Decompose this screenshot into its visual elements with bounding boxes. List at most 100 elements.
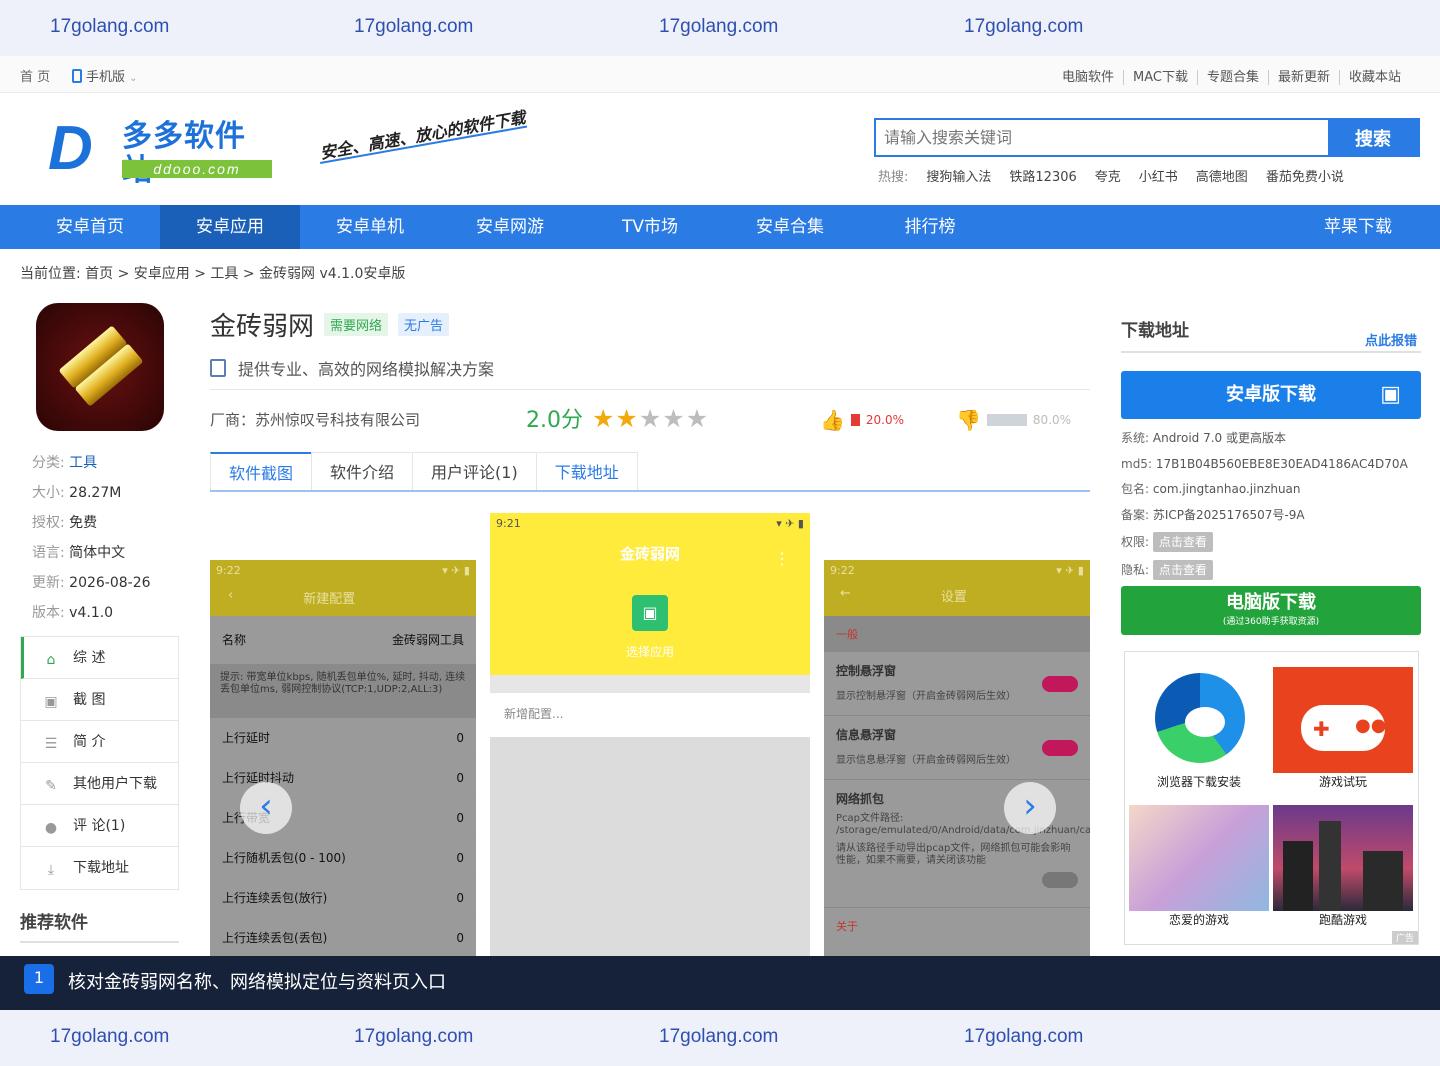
row-value: 0 [456, 930, 464, 945]
nav-android-apps[interactable]: 安卓应用 [160, 205, 300, 249]
prev-arrow-icon[interactable]: ‹ [240, 782, 292, 834]
link-mac[interactable]: MAC下载 [1122, 70, 1197, 85]
top-bar: 首 页 手机版 ⌄ 电脑软件 MAC下载 专题合集 最新更新 收藏本站 [0, 56, 1440, 93]
ad-item[interactable]: 浏览器下载安装 [1129, 667, 1269, 795]
hot-item[interactable]: 小红书 [1139, 166, 1178, 185]
link-bookmark[interactable]: 收藏本站 [1338, 70, 1410, 85]
ad-item[interactable]: ✚ ●● 游戏试玩 [1273, 667, 1413, 795]
side-nav-comments[interactable]: ● 评 论(1) [21, 805, 178, 847]
nav-tv-market[interactable]: TV市场 [580, 205, 720, 249]
side-nav-screenshots[interactable]: ▣ 截 图 [21, 679, 178, 721]
hot-item[interactable]: 夸克 [1095, 166, 1121, 185]
link-pc-software[interactable]: 电脑软件 [1053, 70, 1123, 85]
like-button[interactable]: 👍 20.0% [820, 408, 904, 432]
setting-desc: 显示控制悬浮窗（开启金砖弱网后生效） [836, 691, 1016, 702]
content-tabs: 软件截图 软件介绍 用户评论(1) 下载地址 [210, 452, 1090, 492]
meta-value: 28.27M [69, 485, 122, 501]
watermark-text: 17golang.com [964, 1026, 1084, 1047]
info-value: Android 7.0 或更高版本 [1152, 431, 1286, 445]
anime-game-image [1129, 805, 1269, 911]
step-number-badge: 1 [24, 964, 54, 994]
edit-icon [210, 359, 226, 377]
site-logo[interactable]: D 多多软件站 ddooo.com [48, 118, 274, 188]
side-nav-label: 评 论(1) [73, 818, 126, 834]
app-title-row: 金砖弱网 需要网络 无广告 [210, 306, 450, 343]
permissions-button[interactable]: 点击查看 [1152, 532, 1213, 552]
side-nav-label: 其他用户下载 [73, 776, 157, 792]
privacy-button[interactable]: 点击查看 [1152, 559, 1213, 580]
next-arrow-icon[interactable]: › [1004, 782, 1056, 834]
row-value: 0 [456, 730, 464, 745]
tab-screenshots[interactable]: 软件截图 [210, 452, 313, 490]
link-topics[interactable]: 专题合集 [1196, 70, 1268, 85]
search-input[interactable] [876, 120, 1328, 155]
star-icon: ★ [638, 404, 663, 433]
ad-caption: 恋爱的游戏 [1168, 913, 1229, 927]
row-label: 上行延时 [222, 731, 271, 745]
hot-item[interactable]: 搜狗输入法 [926, 166, 991, 185]
star-icon: ★ [592, 404, 616, 433]
chevron-down-icon: ⌄ [129, 73, 138, 84]
report-error-link[interactable]: 点此报错 [1365, 330, 1417, 349]
tab-intro[interactable]: 软件介绍 [311, 452, 414, 490]
row-value: 0 [456, 850, 464, 865]
ad-mark[interactable]: 广告 [1391, 931, 1418, 944]
download-heading: 下载地址 点此报错 [1121, 316, 1421, 353]
mobile-label: 手机版 [86, 70, 126, 85]
back-arrow-icon: ‹ [228, 588, 234, 603]
side-nav-overview[interactable]: ⌂ 综 述 [21, 637, 178, 679]
tab-download[interactable]: 下载地址 [535, 452, 638, 490]
android-download-button[interactable]: 安卓版下载 ▣ [1121, 371, 1421, 419]
comment-icon: ● [44, 820, 58, 836]
nav-online-games[interactable]: 安卓网游 [440, 205, 580, 249]
screenshot-1[interactable]: 9:22 ▾ ✈ ▮ ‹ 新建配置 名称 金砖弱网工具 提示: 带宽单位kbps, 随… [210, 560, 476, 956]
hot-item[interactable]: 铁路12306 [1009, 166, 1076, 185]
side-nav-intro[interactable]: ☰ 简 介 [21, 721, 178, 763]
setting-title: 控制悬浮窗 [836, 664, 897, 678]
ad-caption: 游戏试玩 [1318, 775, 1367, 789]
meta-row: 大小: 28.27M [32, 478, 151, 508]
like-bar [850, 414, 860, 426]
screenshot-2[interactable]: 9:21 ▾ ✈ ▮ 金砖弱网 ⋮ ▣ 选择应用 新增配置... [490, 513, 810, 956]
app-name: 金砖弱网 [210, 312, 315, 342]
thumbs-down-icon: 👎 [956, 408, 981, 432]
search-button[interactable]: 搜索 [1328, 120, 1418, 155]
hint-text: 提示: 带宽单位kbps, 随机丢包单位%, 延时, 抖动, 连续丢包单位ms,… [210, 664, 476, 718]
dislike-button[interactable]: 👎 80.0% [956, 408, 1071, 432]
info-row: 备案: 苏ICP备2025176507号-9A [1121, 503, 1408, 529]
hot-item[interactable]: 高德地图 [1196, 166, 1248, 185]
link-latest[interactable]: 最新更新 [1267, 70, 1339, 85]
pc-download-sub: (通过360助手获取资源) [1222, 617, 1320, 627]
side-nav-download[interactable]: ⤓ 下载地址 [21, 847, 178, 889]
meta-key: 授权: [32, 515, 65, 531]
watermark-text: 17golang.com [50, 16, 170, 37]
more-icon: ⋮ [774, 549, 790, 568]
tag-no-ads: 无广告 [398, 313, 450, 336]
ad-item[interactable]: 跑酷游戏 [1273, 805, 1413, 933]
info-value: 17B1B04B560EBE8E30EAD4186AC4D70A [1155, 456, 1408, 471]
nav-android-games[interactable]: 安卓单机 [300, 205, 440, 249]
nav-ranking[interactable]: 排行榜 [860, 205, 1000, 249]
ad-caption: 跑酷游戏 [1318, 913, 1367, 927]
star-icon: ★ [615, 404, 639, 433]
meta-category[interactable]: 工具 [69, 455, 97, 471]
config-row: 上行延时 0 [210, 718, 476, 758]
tab-comments[interactable]: 用户评论(1) [412, 452, 537, 490]
nav-collections[interactable]: 安卓合集 [720, 205, 860, 249]
screenshot-3[interactable]: 9:22 ▾ ✈ ▮ ← 设置 一般 控制悬浮窗 显示控制悬浮窗（开启金砖弱网后生效… [824, 560, 1090, 956]
home-link[interactable]: 首 页 [20, 66, 50, 85]
field-value: 金砖弱网工具 [391, 633, 464, 647]
hot-item[interactable]: 番茄免费小说 [1266, 166, 1344, 185]
ad-item[interactable]: 恋爱的游戏 [1129, 805, 1269, 933]
tag-network: 需要网络 [324, 313, 389, 336]
logo-domain: ddooo.com [122, 160, 272, 178]
select-app-label: 选择应用 [625, 645, 674, 659]
pc-download-button[interactable]: 电脑版下载 (通过360助手获取资源) [1121, 586, 1421, 635]
site-slogan: 安全、高速、放心的软件下载 [318, 107, 527, 163]
nav-android-home[interactable]: 安卓首页 [20, 205, 160, 249]
android-robot-icon: ▣ [1380, 382, 1401, 407]
nav-apple-download[interactable]: 苹果下载 [1324, 205, 1392, 249]
mobile-link[interactable]: 手机版 ⌄ [72, 66, 138, 85]
side-nav-other-downloads[interactable]: ✎ 其他用户下载 [21, 763, 178, 805]
shot-title: 金砖弱网 [619, 545, 680, 563]
